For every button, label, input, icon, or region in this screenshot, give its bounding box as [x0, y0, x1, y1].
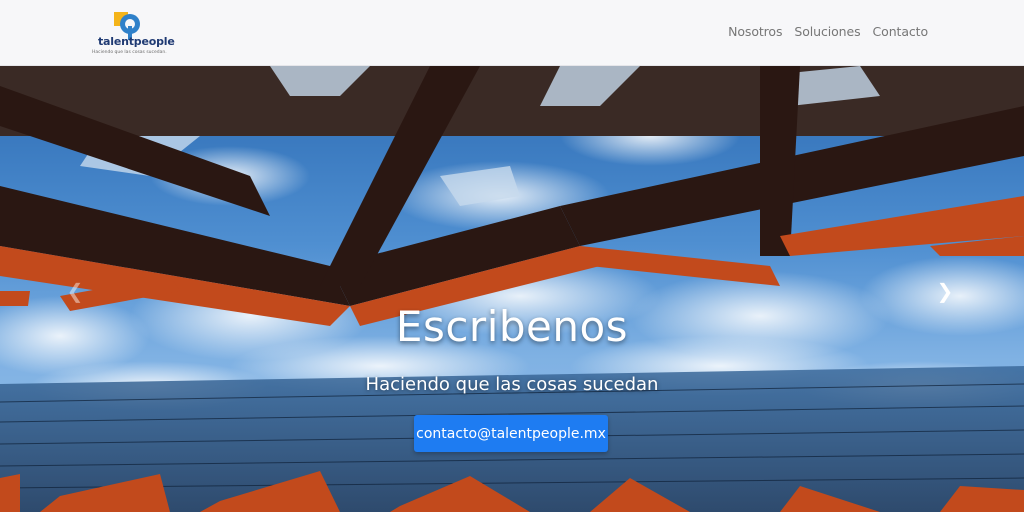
- brand-tagline: Haciendo que las cosas sucedan.: [92, 50, 167, 55]
- chevron-right-icon: ❯: [936, 279, 954, 303]
- brand-name: talentpeople: [98, 35, 175, 48]
- hero-carousel: ❮ ❯ Escribenos Haciendo que las cosas su…: [0, 66, 1024, 512]
- nav-soluciones[interactable]: Soluciones: [794, 24, 860, 39]
- carousel-next-button[interactable]: ❯: [934, 280, 956, 302]
- hero-subtitle: Haciendo que las cosas sucedan: [365, 374, 659, 395]
- contact-email-button[interactable]: contacto@talentpeople.mx: [414, 415, 608, 452]
- nav-contacto[interactable]: Contacto: [873, 24, 929, 39]
- site-header: talentpeople Haciendo que las cosas suce…: [0, 0, 1024, 66]
- chevron-left-icon: ❮: [66, 279, 84, 303]
- logo[interactable]: talentpeople Haciendo que las cosas suce…: [86, 8, 175, 58]
- carousel-prev-button[interactable]: ❮: [64, 280, 86, 302]
- nav-nosotros[interactable]: Nosotros: [728, 24, 782, 39]
- hero-headline: Escribenos: [395, 302, 629, 351]
- main-nav: Nosotros Soluciones Contacto: [728, 24, 928, 39]
